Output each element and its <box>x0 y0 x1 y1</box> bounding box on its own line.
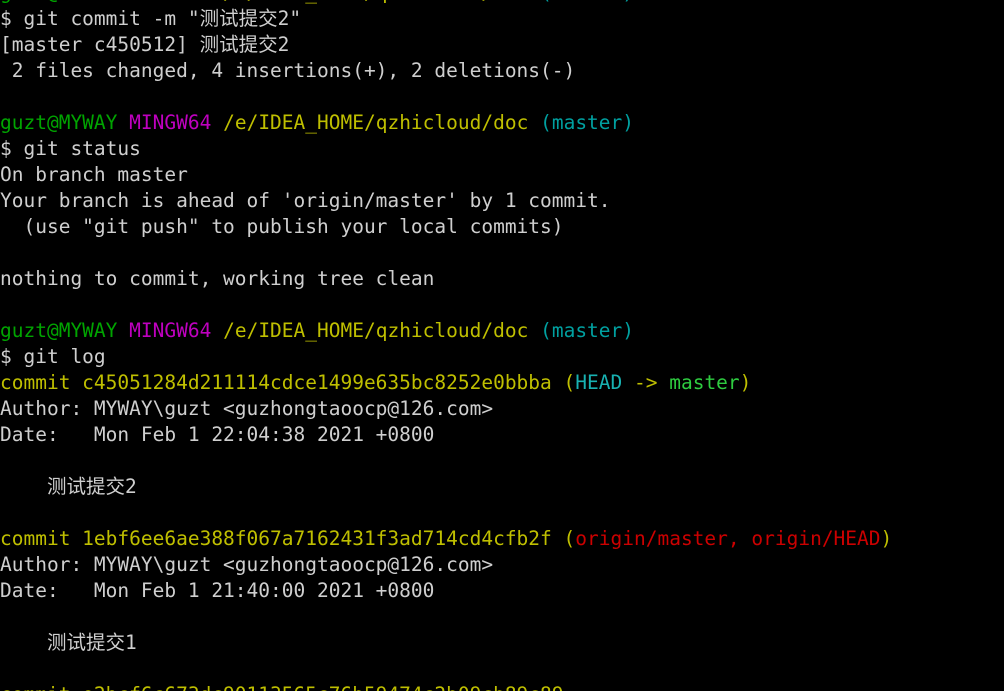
terminal-commit-header-line: commit e2bcf6c673dc90113565c76b59474c2b0… <box>0 682 1004 691</box>
terminal-commit-message-line: 测试提交2 <box>0 474 1004 500</box>
terminal-text-span <box>528 319 540 342</box>
terminal-text-span: (master) <box>540 319 635 342</box>
terminal-window[interactable]: guzt@MYWAY MINGW64 /e/IDEA_HOME/qzhiclou… <box>0 0 1004 691</box>
terminal-text-span <box>117 0 129 4</box>
terminal-output-line: [master c450512] 测试提交2 <box>0 32 1004 58</box>
terminal-text-span: 测试提交 <box>199 33 278 56</box>
terminal-text-span: Author: MYWAY\guzt <guzhongtaoocp@126.co… <box>0 397 494 420</box>
terminal-text-span: MINGW64 <box>129 319 212 342</box>
terminal-text-span: master <box>669 371 740 394</box>
terminal-text-span <box>0 475 47 498</box>
terminal-text-span: 2 <box>124 475 137 498</box>
terminal-output-line: Your branch is ahead of 'origin/master' … <box>0 188 1004 214</box>
terminal-text-span: $ git status <box>0 137 141 160</box>
terminal-text-span: 2 files changed, 4 insertions(+), 2 dele… <box>0 59 576 82</box>
terminal-text-span <box>528 0 540 4</box>
terminal-text-span: Date: Mon Feb 1 21:40:00 2021 +0800 <box>0 579 435 602</box>
terminal-text-span: Date: Mon Feb 1 22:04:38 2021 +0800 <box>0 423 435 446</box>
terminal-text-span: ) <box>739 371 752 394</box>
terminal-text-span: /e/IDEA_HOME/qzhicloud/doc <box>223 319 529 342</box>
terminal-text-span: guzt@MYWAY <box>0 0 117 4</box>
terminal-text-span: On branch master <box>0 163 188 186</box>
terminal-text-span: [master c450512] <box>0 33 200 56</box>
terminal-text-span: (master) <box>540 0 634 4</box>
terminal-text-span <box>528 111 540 134</box>
terminal-text-span: (use "git push" to publish your local co… <box>0 215 564 238</box>
terminal-text-span: 测试提交 <box>46 475 125 498</box>
terminal-commit-message-line: 测试提交1 <box>0 630 1004 656</box>
terminal-text-span: commit c45051284d211114cdce1499e635bc825… <box>0 371 564 394</box>
terminal-output-line: Author: MYWAY\guzt <guzhongtaoocp@126.co… <box>0 396 1004 422</box>
terminal-commit-header-line: commit 1ebf6ee6ae388f067a7162431f3ad714c… <box>0 526 1004 552</box>
terminal-command-line: $ git commit -m "测试提交2" <box>0 6 1004 32</box>
terminal-output-line: Author: MYWAY\guzt <guzhongtaoocp@126.co… <box>0 552 1004 578</box>
terminal-output-line: (use "git push" to publish your local co… <box>0 214 1004 240</box>
terminal-text-span: 1 <box>124 631 137 654</box>
terminal-text-span: $ git commit -m " <box>0 7 200 30</box>
terminal-output-line: Date: Mon Feb 1 22:04:38 2021 +0800 <box>0 422 1004 448</box>
terminal-text-span: MINGW64 <box>129 111 212 134</box>
terminal-text-span: MINGW64 <box>129 0 211 4</box>
terminal-text-span: /e/IDEA_HOME/qzhicloud/doc <box>223 111 529 134</box>
terminal-text-span: Your branch is ahead of 'origin/master' … <box>0 189 611 212</box>
terminal-command-line: $ git log <box>0 344 1004 370</box>
terminal-text-span: 2" <box>277 7 302 30</box>
terminal-text-span: (master) <box>540 111 635 134</box>
terminal-command-line: $ git status <box>0 136 1004 162</box>
terminal-text-span <box>211 319 223 342</box>
terminal-text-span: commit e2bcf6c673dc90113565c76b59474c2b0… <box>0 683 564 691</box>
terminal-text-span: /e/IDEA_HOME/qzhicloud/doc <box>223 0 528 4</box>
terminal-text-span <box>0 631 47 654</box>
terminal-text-span <box>117 319 129 342</box>
terminal-text-span: origin/master, origin/HEAD <box>575 527 881 550</box>
terminal-text-span: guzt@MYWAY <box>0 319 118 342</box>
terminal-screen-buffer: guzt@MYWAY MINGW64 /e/IDEA_HOME/qzhiclou… <box>0 0 1004 691</box>
terminal-text-span: commit 1ebf6ee6ae388f067a7162431f3ad714c… <box>0 527 564 550</box>
terminal-output-line: On branch master <box>0 162 1004 188</box>
terminal-text-span: HEAD <box>575 371 623 394</box>
terminal-text-span: nothing to commit, working tree clean <box>0 267 435 290</box>
terminal-text-span: ( <box>563 371 576 394</box>
terminal-text-span: $ git log <box>0 345 106 368</box>
terminal-text-span: ) <box>880 527 893 550</box>
terminal-text-span: 测试提交 <box>199 7 278 30</box>
terminal-prompt-line: guzt@MYWAY MINGW64 /e/IDEA_HOME/qzhiclou… <box>0 318 1004 344</box>
terminal-text-span: 测试提交 <box>46 631 125 654</box>
terminal-text-span: Author: MYWAY\guzt <guzhongtaoocp@126.co… <box>0 553 494 576</box>
terminal-output-line: 2 files changed, 4 insertions(+), 2 dele… <box>0 58 1004 84</box>
terminal-text-span <box>117 111 129 134</box>
terminal-text-span: 2 <box>277 33 290 56</box>
terminal-text-span <box>211 0 223 4</box>
terminal-commit-header-line: commit c45051284d211114cdce1499e635bc825… <box>0 370 1004 396</box>
terminal-output-line: Date: Mon Feb 1 21:40:00 2021 +0800 <box>0 578 1004 604</box>
terminal-output-line: nothing to commit, working tree clean <box>0 266 1004 292</box>
terminal-text-span: guzt@MYWAY <box>0 111 118 134</box>
terminal-prompt-line: guzt@MYWAY MINGW64 /e/IDEA_HOME/qzhiclou… <box>0 110 1004 136</box>
terminal-text-span: ( <box>563 527 576 550</box>
terminal-text-span: -> <box>622 371 670 394</box>
terminal-text-span <box>211 111 223 134</box>
